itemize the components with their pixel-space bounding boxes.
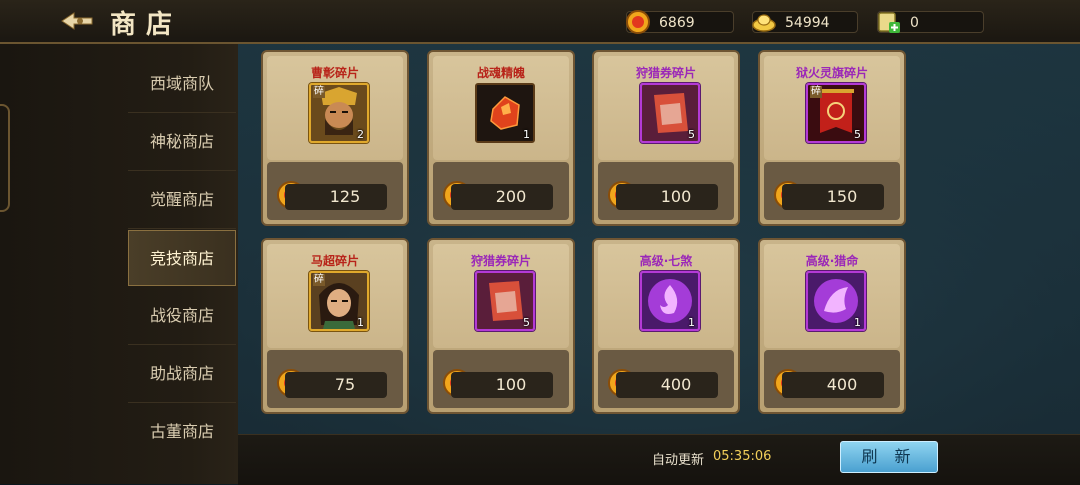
item-name: 战魂精魄 [476,66,525,80]
tab-western-caravan[interactable]: 西域商队 [128,56,236,113]
refresh-button[interactable]: 刷 新 [840,441,938,473]
silver-ingot-icon [752,14,776,32]
item-price: 75 [285,372,387,398]
item-name: 马超碎片 [310,254,359,268]
item-price: 100 [451,372,553,398]
shop-item-card[interactable]: 战魂精魄 1 200 [427,50,575,226]
fragment-badge: 碎 [313,86,325,98]
auto-refresh-label: 自动更新 [652,453,705,468]
item-quantity: 1 [854,316,861,329]
gold-value: 6869 [659,15,695,31]
ticket-add-icon[interactable] [876,9,902,35]
item-price: 400 [782,372,884,398]
item-quantity: 1 [357,316,364,329]
tab-mystery-shop[interactable]: 神秘商店 [128,114,236,171]
ticket-value: 0 [910,15,919,31]
item-icon: 5 [640,83,700,143]
fragment-badge: 碎 [810,86,822,98]
tab-arena-shop[interactable]: 竞技商店 [128,230,236,286]
item-quantity: 5 [523,316,530,329]
item-name: 高级·猎命 [805,254,859,268]
shop-item-card[interactable]: 狱火灵旗碎片 碎 5 150 [758,50,906,226]
shop-item-card[interactable]: 高级·七煞 1 400 [592,238,740,414]
item-quantity: 1 [688,316,695,329]
shop-item-card[interactable]: 曹彰碎片 碎 2 125 [261,50,409,226]
silver-counter: 54994 [752,11,858,33]
item-quantity: 1 [523,128,530,141]
item-icon: 碎 5 [806,83,866,143]
item-quantity: 5 [688,128,695,141]
item-price: 100 [616,184,718,210]
silver-value: 54994 [785,15,830,31]
item-price: 200 [451,184,553,210]
back-arrow-icon[interactable] [60,10,94,32]
item-name: 高级·七煞 [639,254,693,268]
item-icon: 碎 1 [309,271,369,331]
item-name: 狩猎券碎片 [470,254,531,268]
shop-item-card[interactable]: 狩猎券碎片 5 100 [592,50,740,226]
item-price: 150 [782,184,884,210]
shop-item-card[interactable]: 狩猎券碎片 5 100 [427,238,575,414]
fragment-badge: 碎 [313,274,325,286]
item-icon: 1 [475,83,535,143]
ticket-counter: 0 [877,11,984,33]
gold-counter: 6869 [626,10,734,34]
item-name: 曹彰碎片 [310,66,359,80]
item-icon: 1 [806,271,866,331]
item-icon: 1 [640,271,700,331]
item-quantity: 2 [357,128,364,141]
shop-item-card[interactable]: 马超碎片 碎 1 75 [261,238,409,414]
top-bar: 商店 6869 54994 0 [0,0,1080,44]
tab-antique-shop[interactable]: 古董商店 [128,404,236,460]
item-name: 狩猎券碎片 [635,66,696,80]
item-icon: 碎 2 [309,83,369,143]
item-name: 狱火灵旗碎片 [795,66,868,80]
item-icon: 5 [475,271,535,331]
page-title: 商店 [110,10,183,40]
item-price: 400 [616,372,718,398]
item-quantity: 5 [854,128,861,141]
tab-awakening-shop[interactable]: 觉醒商店 [128,172,236,229]
tab-support-shop[interactable]: 助战商店 [128,346,236,403]
shop-item-card[interactable]: 高级·猎命 1 400 [758,238,906,414]
tab-campaign-shop[interactable]: 战役商店 [128,288,236,345]
gold-coin-icon [626,10,650,34]
auto-refresh-timer: 05:35:06 [713,449,772,464]
sidebar-handle[interactable] [0,104,10,212]
item-price: 125 [285,184,387,210]
